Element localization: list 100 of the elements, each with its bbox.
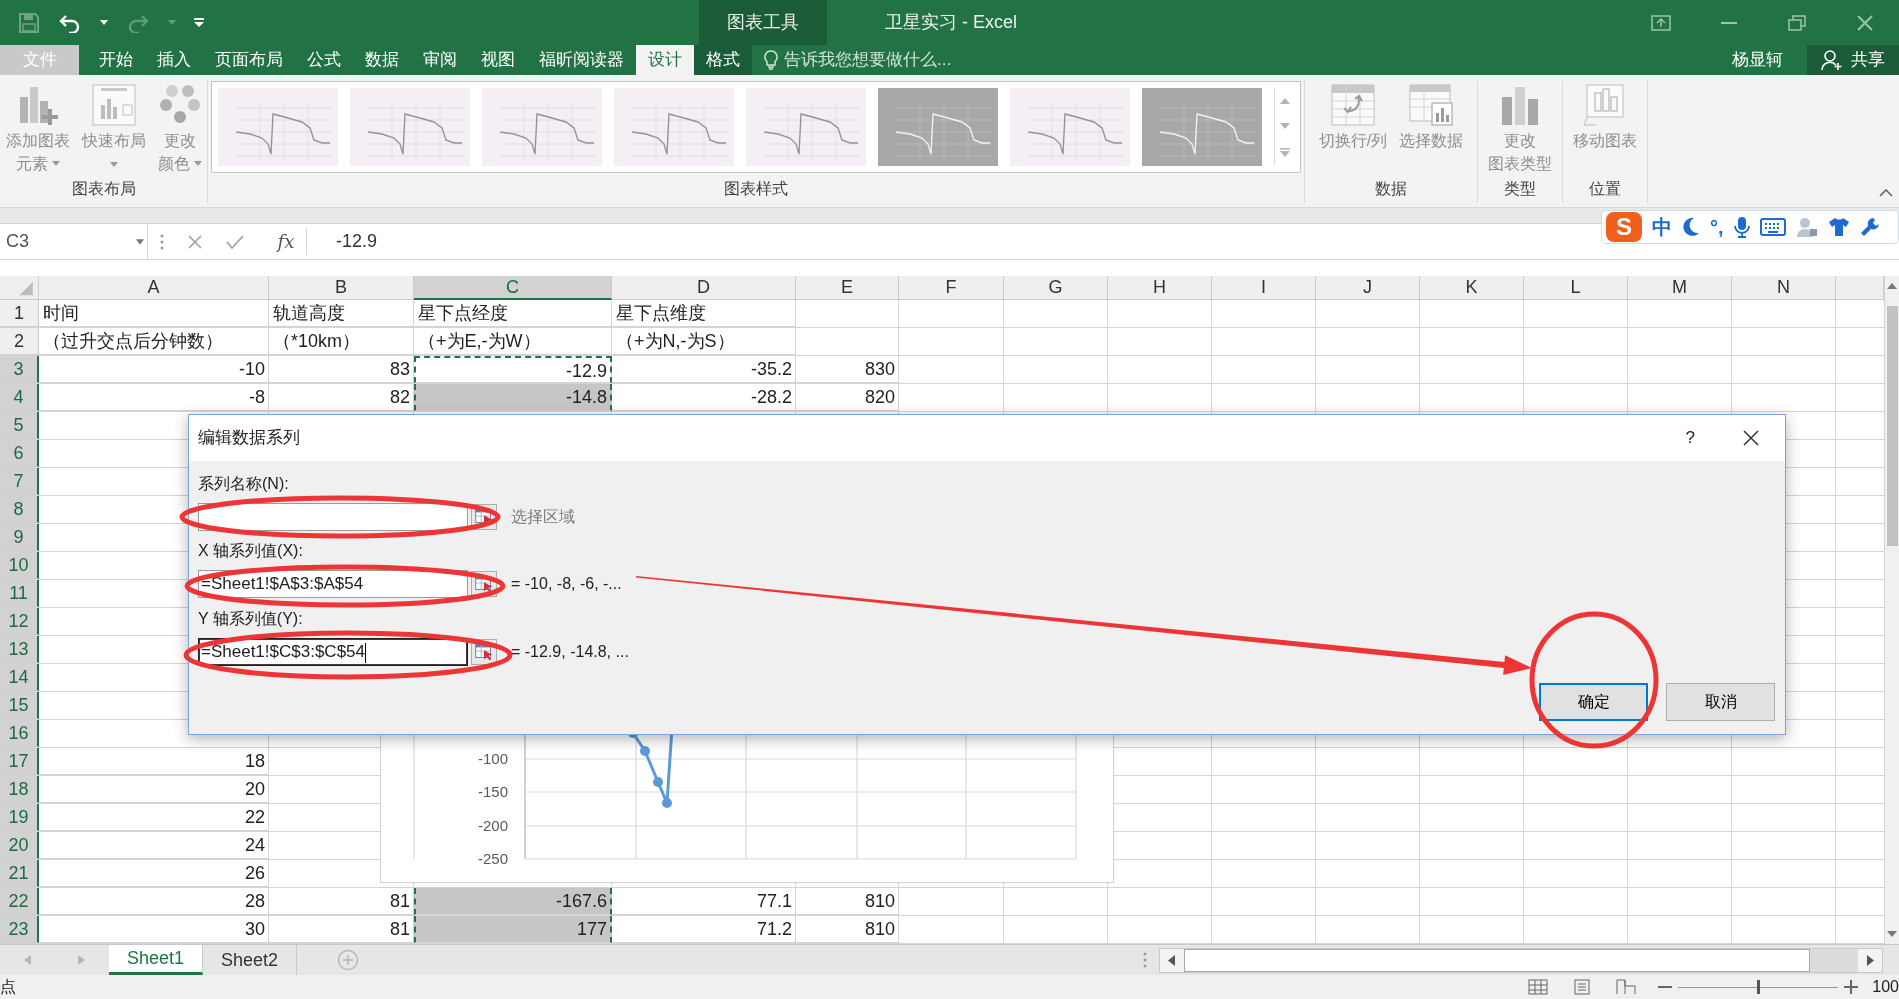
collapse-icon[interactable]	[1879, 189, 1893, 197]
caret-icon[interactable]	[100, 19, 108, 26]
column-header[interactable]: B	[269, 276, 414, 300]
row-header[interactable]: 9	[0, 524, 39, 551]
column-header[interactable]: E	[796, 276, 899, 300]
ribbon-tab[interactable]: 格式	[694, 45, 752, 75]
chart-style-thumbnail[interactable]	[1142, 88, 1262, 166]
chart-style-thumbnail[interactable]	[746, 88, 866, 166]
row-header[interactable]: 16	[0, 720, 39, 747]
scroll-down-icon[interactable]	[1279, 122, 1290, 129]
column-header[interactable]: M	[1628, 276, 1732, 300]
column-header[interactable]: H	[1108, 276, 1212, 300]
ime-button[interactable]: °,	[1710, 212, 1724, 242]
name-box[interactable]: C3	[0, 224, 148, 259]
row-header[interactable]: 23	[0, 916, 39, 943]
zoom-level[interactable]: 100	[1872, 975, 1899, 999]
dropdown-icon[interactable]	[133, 237, 147, 246]
ribbon-tab[interactable]: 公式	[295, 45, 353, 75]
chart-style-thumbnail[interactable]	[350, 88, 470, 166]
select-all-button[interactable]	[0, 276, 39, 300]
row-header[interactable]: 10	[0, 552, 39, 579]
row-header[interactable]: 17	[0, 748, 39, 775]
shirt-icon[interactable]	[1827, 217, 1850, 237]
customize-icon[interactable]	[194, 17, 204, 28]
row-header[interactable]: 18	[0, 776, 39, 803]
page-break-icon[interactable]	[1616, 979, 1637, 995]
ribbon-tab[interactable]: 审阅	[411, 45, 469, 75]
share-button[interactable]: 共享	[1807, 45, 1899, 75]
dialog-button[interactable]: 确定	[1539, 683, 1648, 721]
column-header[interactable]: K	[1420, 276, 1524, 300]
row-header[interactable]: 4	[0, 384, 39, 411]
next-sheet-icon[interactable]	[78, 955, 86, 965]
ribbon-tab[interactable]: 设计	[636, 45, 694, 75]
row-header[interactable]: 22	[0, 888, 39, 915]
tell-me-box[interactable]: 告诉我您想要做什么...	[764, 45, 952, 75]
column-header[interactable]: F	[899, 276, 1004, 300]
scroll-right-icon[interactable]	[1858, 948, 1882, 972]
scroll-down-icon[interactable]	[1887, 930, 1897, 938]
page-layout-icon[interactable]	[1572, 979, 1593, 995]
row-header[interactable]: 21	[0, 860, 39, 887]
ime-logo[interactable]: S	[1606, 212, 1642, 242]
scroll-up-icon[interactable]	[1279, 97, 1290, 104]
chart-style-thumbnail[interactable]	[482, 88, 602, 166]
keyboard-icon[interactable]	[1759, 218, 1786, 236]
save-icon[interactable]	[18, 11, 40, 34]
person-icon[interactable]	[1795, 217, 1818, 237]
column-header[interactable]: N	[1732, 276, 1836, 300]
ribbon-tab[interactable]: 开始	[87, 45, 145, 75]
row-header[interactable]: 6	[0, 440, 39, 467]
moon-icon[interactable]	[1682, 217, 1700, 237]
close-icon[interactable]	[1743, 430, 1759, 446]
add-sheet-icon[interactable]	[337, 949, 360, 971]
column-header[interactable]: C	[414, 276, 612, 300]
row-header[interactable]: 2	[0, 328, 39, 355]
microphone-icon[interactable]	[1733, 216, 1750, 238]
vertical-scrollbar[interactable]	[1884, 276, 1899, 944]
input-field[interactable]: =Sheet1!$A$3:$A$54	[198, 570, 468, 598]
undo-icon[interactable]	[58, 12, 82, 33]
ribbon-tab[interactable]: 福昕阅读器	[527, 45, 636, 75]
column-header[interactable]: D	[612, 276, 796, 300]
sheet-tab[interactable]: Sheet1	[109, 945, 204, 975]
minimize-icon[interactable]	[1721, 21, 1737, 24]
ribbon-tab[interactable]: 视图	[469, 45, 527, 75]
row-header[interactable]: 13	[0, 636, 39, 663]
row-header[interactable]: 12	[0, 608, 39, 635]
row-header[interactable]: 11	[0, 580, 39, 607]
restore-icon[interactable]	[1788, 14, 1806, 31]
normal-view-icon[interactable]	[1528, 979, 1549, 995]
dialog-button[interactable]: 取消	[1666, 683, 1775, 721]
column-header[interactable]: L	[1524, 276, 1628, 300]
input-field[interactable]: =Sheet1!$C$3:$C$54	[198, 638, 468, 666]
ribbon-tab[interactable]: 数据	[353, 45, 411, 75]
column-header[interactable]: I	[1212, 276, 1316, 300]
input-field[interactable]	[198, 503, 468, 531]
ime-button[interactable]: 中	[1652, 212, 1672, 242]
check-icon[interactable]	[225, 233, 244, 250]
insert-function-button[interactable]: fx	[266, 228, 307, 255]
row-header[interactable]: 3	[0, 356, 39, 383]
row-header[interactable]: 20	[0, 832, 39, 859]
ribbon-display-icon[interactable]	[1651, 14, 1671, 31]
row-header[interactable]: 1	[0, 300, 39, 327]
chart-style-thumbnail[interactable]	[1010, 88, 1130, 166]
chart-style-thumbnail[interactable]	[614, 88, 734, 166]
horizontal-scrollbar[interactable]	[1159, 947, 1883, 973]
scroll-up-icon[interactable]	[1887, 282, 1897, 290]
row-header[interactable]: 5	[0, 412, 39, 439]
chart-style-thumbnail[interactable]	[878, 88, 998, 166]
more-icon[interactable]	[1279, 147, 1290, 157]
column-header[interactable]: A	[39, 276, 269, 300]
column-header[interactable]: J	[1316, 276, 1420, 300]
previous-sheet-icon[interactable]	[23, 955, 31, 965]
row-header[interactable]: 8	[0, 496, 39, 523]
scroll-left-icon[interactable]	[1160, 948, 1184, 972]
zoom-in-icon[interactable]	[1844, 980, 1859, 994]
splitter-icon[interactable]	[1143, 952, 1147, 968]
ribbon-tab[interactable]: 插入	[145, 45, 203, 75]
row-header[interactable]: 19	[0, 804, 39, 831]
ribbon-tab[interactable]: 页面布局	[203, 45, 295, 75]
cancel-icon[interactable]	[186, 233, 203, 250]
wrench-icon[interactable]	[1859, 217, 1880, 237]
